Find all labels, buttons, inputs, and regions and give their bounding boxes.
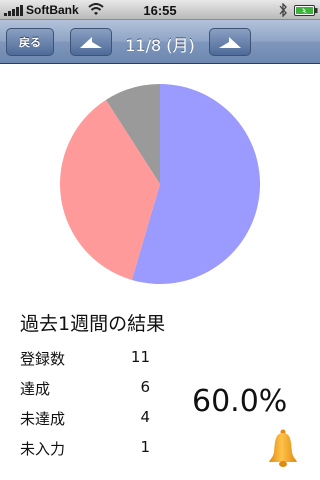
- navigation-bar: 戻る 11/8 (月): [0, 20, 320, 64]
- next-day-button[interactable]: [209, 28, 251, 56]
- result-row-not-achieved: 未達成 4: [20, 408, 150, 432]
- date-title: 11/8 (月): [125, 36, 195, 55]
- summary-title: 過去1週間の結果: [20, 313, 166, 335]
- row-value: 6: [140, 378, 150, 396]
- row-label: 未達成: [20, 410, 66, 428]
- row-value: 11: [130, 348, 150, 366]
- status-bar: SoftBank 16:55: [0, 0, 320, 20]
- status-time: 16:55: [143, 3, 177, 18]
- result-row-achieved: 達成 6: [20, 378, 150, 402]
- bell-icon[interactable]: [268, 428, 298, 468]
- bluetooth-icon: [279, 3, 287, 17]
- achievement-percent: 60.0%: [192, 384, 288, 419]
- row-label: 登録数: [20, 350, 66, 368]
- battery-icon: [294, 5, 318, 16]
- right-arrow-icon: [219, 37, 241, 48]
- result-row-not-entered: 未入力 1: [20, 438, 150, 462]
- back-button[interactable]: 戻る: [6, 28, 54, 56]
- results-pie-chart: [60, 84, 260, 284]
- row-label: 未入力: [20, 440, 66, 458]
- row-label: 達成: [20, 380, 51, 398]
- row-value: 4: [140, 408, 150, 426]
- previous-day-button[interactable]: [70, 28, 112, 56]
- result-row-registered: 登録数 11: [20, 348, 150, 372]
- left-arrow-icon: [80, 37, 102, 48]
- row-value: 1: [140, 438, 150, 456]
